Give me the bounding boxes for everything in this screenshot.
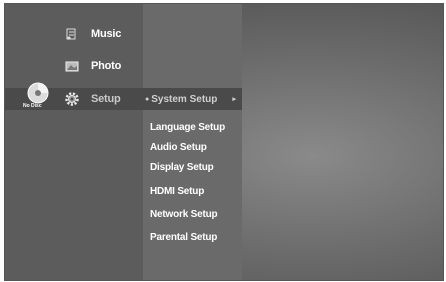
submenu-item-display-setup[interactable]: Display Setup [150, 162, 214, 173]
main-menu-panel [5, 4, 143, 280]
menu-item-setup[interactable]: Setup [63, 88, 121, 110]
submenu-item-network-setup[interactable]: Network Setup [150, 209, 218, 220]
submenu-item-parental-setup[interactable]: Parental Setup [150, 232, 217, 243]
chevron-right-icon: ▸ [232, 96, 236, 103]
menu-item-setup-label: Setup [91, 93, 121, 105]
submenu-item-system-setup[interactable]: ● System Setup ▸ [145, 88, 240, 110]
menu-item-photo-label: Photo [91, 60, 122, 72]
music-note-icon [63, 26, 81, 42]
submenu-selected-label: System Setup [151, 93, 218, 105]
menu-item-music[interactable]: Music [63, 26, 121, 42]
bullet-icon: ● [145, 95, 150, 103]
menu-item-music-label: Music [91, 28, 122, 40]
menu-item-photo[interactable]: Photo [63, 58, 121, 74]
tv-screen: Music Photo Setup No Disc ● System Setup… [4, 3, 444, 281]
gear-icon [63, 91, 81, 107]
submenu-item-language-setup[interactable]: Language Setup [150, 122, 225, 133]
photo-icon [63, 58, 81, 74]
submenu-item-audio-setup[interactable]: Audio Setup [150, 142, 207, 153]
disc-icon [27, 82, 49, 104]
disc-status: No Disc [23, 103, 42, 109]
submenu-item-hdmi-setup[interactable]: HDMI Setup [150, 186, 204, 197]
